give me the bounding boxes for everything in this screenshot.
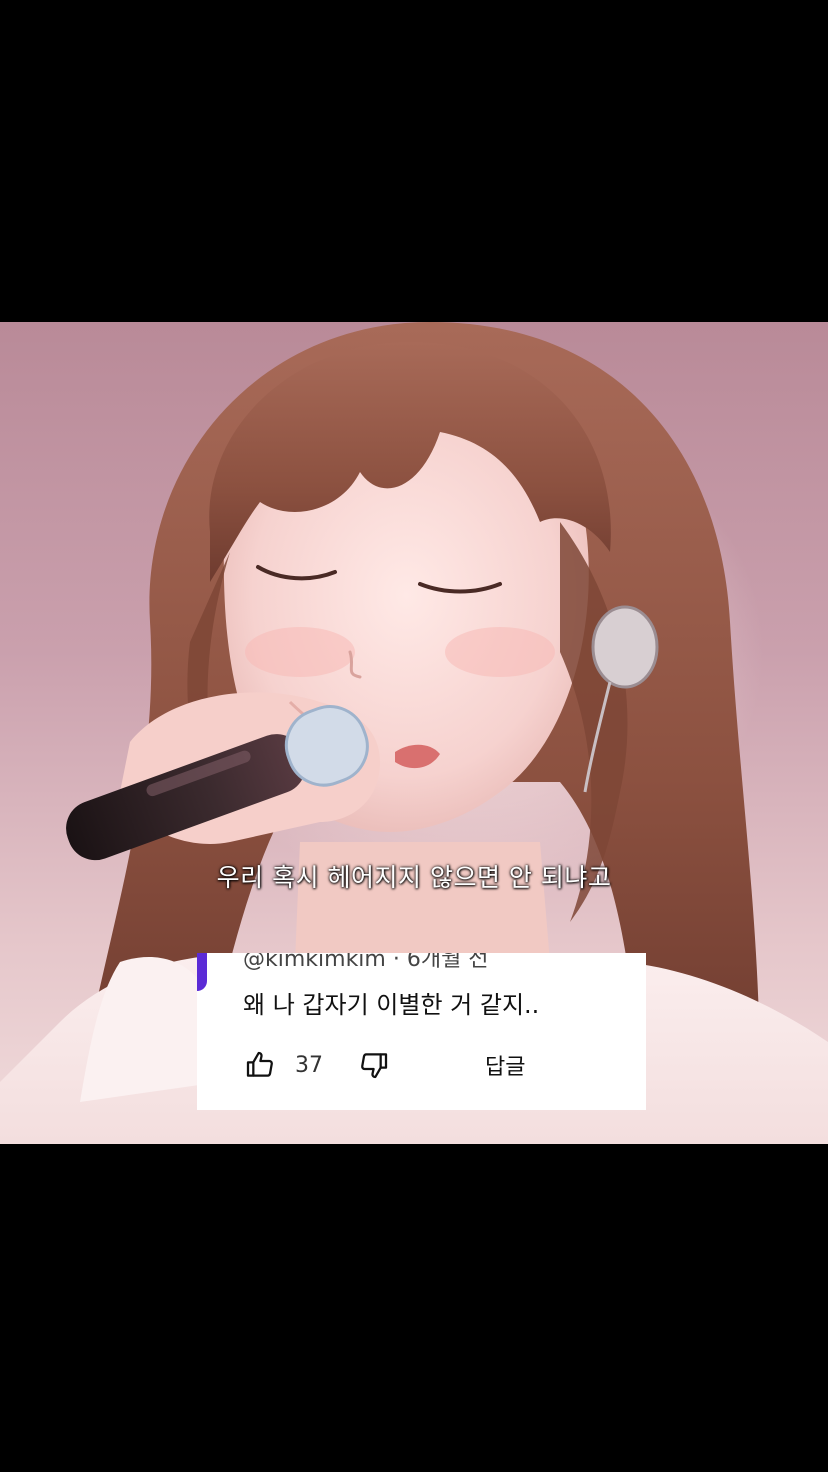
comment-actions: 37 답글 — [243, 1045, 525, 1085]
video-subtitle: 우리 혹시 헤어지지 않으면 안 되냐고 — [216, 863, 612, 892]
comment-text: 왜 나 갑자기 이별한 거 같지.. — [243, 991, 540, 1019]
comment-author[interactable]: @kimkimkim · 6개월 전 — [243, 953, 489, 973]
thumbs-down-icon[interactable] — [357, 1048, 391, 1082]
letterbox-top — [0, 0, 828, 322]
like-count: 37 — [295, 1052, 323, 1078]
letterbox-bottom — [0, 1144, 828, 1472]
comment-card[interactable]: @kimkimkim · 6개월 전 왜 나 갑자기 이별한 거 같지.. 37… — [197, 953, 646, 1110]
reply-button[interactable]: 답글 — [485, 1049, 525, 1081]
thumbs-up-icon[interactable] — [243, 1048, 277, 1082]
comment-accent-bar — [197, 953, 207, 991]
